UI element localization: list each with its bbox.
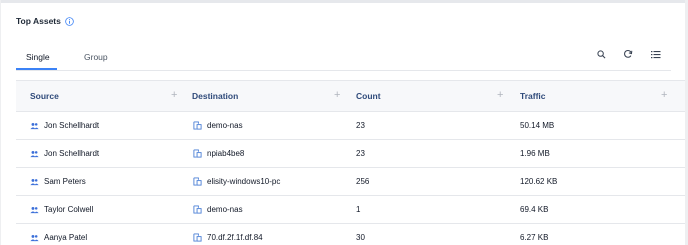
user-group-icon xyxy=(30,233,39,242)
tab-bar: Single Group xyxy=(16,45,671,71)
search-icon xyxy=(596,46,606,64)
source-cell[interactable]: Aanya Patel xyxy=(44,233,87,242)
asset-icon xyxy=(193,121,202,130)
refresh-button[interactable] xyxy=(620,47,636,63)
count-cell: 256 xyxy=(356,177,370,186)
table-row[interactable]: Aanya Patel 70.df.2f.1f.df.84 30 6.27 KB xyxy=(16,224,685,245)
asset-icon xyxy=(193,205,202,214)
source-cell[interactable]: Sam Peters xyxy=(44,177,86,186)
user-group-icon xyxy=(30,205,39,214)
list-icon xyxy=(651,46,661,64)
info-icon[interactable] xyxy=(65,16,74,26)
destination-cell[interactable]: elisity-windows10-pc xyxy=(207,177,280,186)
asset-icon xyxy=(193,177,202,186)
column-header-count[interactable]: Count xyxy=(356,91,381,101)
count-cell: 1 xyxy=(356,205,361,214)
source-cell[interactable]: Taylor Colwell xyxy=(44,205,93,214)
destination-cell[interactable]: npiab4be8 xyxy=(207,149,244,158)
destination-cell[interactable]: demo-nas xyxy=(207,205,243,214)
active-tab-indicator xyxy=(16,68,57,70)
top-assets-panel: Top Assets Single Group Source + Destina… xyxy=(1,0,685,245)
panel-title: Top Assets xyxy=(16,16,61,26)
tab-group[interactable]: Group xyxy=(84,52,108,62)
source-cell[interactable]: Jon Schellhardt xyxy=(44,121,99,130)
user-group-icon xyxy=(30,177,39,186)
count-cell: 23 xyxy=(356,121,365,130)
user-group-icon xyxy=(30,121,39,130)
source-cell[interactable]: Jon Schellhardt xyxy=(44,149,99,158)
column-resize-icon[interactable]: + xyxy=(497,90,503,101)
table-row[interactable]: Taylor Colwell demo-nas 1 69.4 KB xyxy=(16,196,685,224)
column-resize-icon[interactable]: + xyxy=(334,90,340,101)
list-view-button[interactable] xyxy=(648,47,664,63)
count-cell: 23 xyxy=(356,149,365,158)
traffic-cell: 1.96 MB xyxy=(520,149,550,158)
column-header-traffic[interactable]: Traffic xyxy=(520,91,546,101)
traffic-cell: 6.27 KB xyxy=(520,233,549,242)
asset-icon xyxy=(193,149,202,158)
column-resize-icon[interactable]: + xyxy=(171,90,177,101)
refresh-icon xyxy=(623,46,633,64)
traffic-cell: 120.62 KB xyxy=(520,177,558,186)
count-cell: 30 xyxy=(356,233,365,242)
traffic-cell: 50.14 MB xyxy=(520,121,555,130)
search-button[interactable] xyxy=(593,47,609,63)
table-row[interactable]: Jon Schellhardt demo-nas 23 50.14 MB xyxy=(16,112,685,140)
user-group-icon xyxy=(30,149,39,158)
column-header-destination[interactable]: Destination xyxy=(192,91,238,101)
column-header-source[interactable]: Source xyxy=(30,91,59,101)
table-row[interactable]: Sam Peters elisity-windows10-pc 256 120.… xyxy=(16,168,685,196)
panel-header: Top Assets xyxy=(16,16,74,26)
traffic-cell: 69.4 KB xyxy=(520,205,549,214)
destination-cell[interactable]: 70.df.2f.1f.df.84 xyxy=(207,233,263,242)
tab-single[interactable]: Single xyxy=(26,52,50,62)
column-resize-icon[interactable]: + xyxy=(661,90,667,101)
table-header: Source + Destination + Count + Traffic + xyxy=(16,81,685,112)
asset-icon xyxy=(193,233,202,242)
top-assets-table: Source + Destination + Count + Traffic +… xyxy=(16,80,685,245)
table-row[interactable]: Jon Schellhardt npiab4be8 23 1.96 MB xyxy=(16,140,685,168)
destination-cell[interactable]: demo-nas xyxy=(207,121,243,130)
